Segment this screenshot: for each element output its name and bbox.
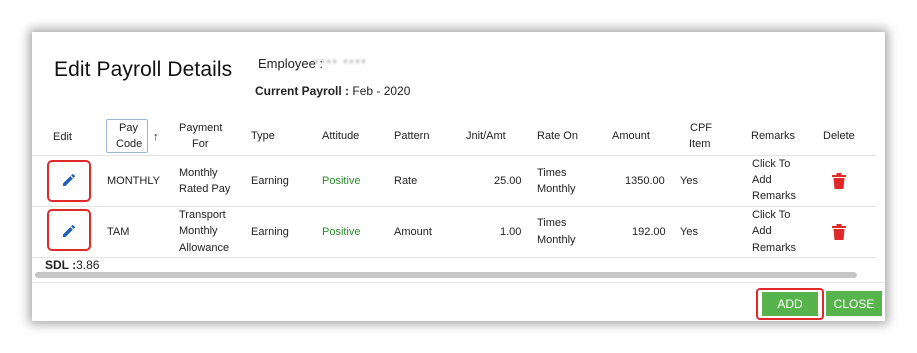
cell-cpf-item: Yes [680,175,698,187]
cell-rate-on-line2: Monthly [537,183,576,195]
cell-amount: 1350.00 [625,175,665,187]
remarks-link-line1[interactable]: Click To [752,156,790,172]
table-row: TAM Transport Monthly Allowance Earning … [32,207,885,257]
sdl-label: SDL : [45,258,77,272]
cell-cpf-item: Yes [680,226,698,238]
cell-rate-on-line2: Monthly [537,234,576,246]
pencil-icon[interactable] [61,223,77,239]
header-unit-amt: Jnit/Amt [466,130,506,142]
cell-type: Earning [251,226,289,238]
header-cpf-line2: Item [689,138,711,150]
cell-payment-for-line2: Monthly [179,225,218,237]
header-amount: Amount [612,130,650,142]
header-cpf-line1: CPF [690,122,712,134]
cell-amount: 192.00 [632,226,666,238]
cell-payment-for-line2: Rated Pay [179,183,231,195]
cell-payment-for-line1: Monthly [179,167,218,179]
close-button[interactable]: CLOSE [826,291,882,316]
cell-unit-amt: 25.00 [494,175,522,187]
cell-rate-on-line1: Times [537,217,567,229]
remarks-link-line3[interactable]: Remarks [752,240,796,256]
dialog-title: Edit Payroll Details [54,58,233,81]
header-attitude: Attitude [322,130,360,142]
header-rate-on: Rate On [537,130,578,142]
header-remarks: Remarks [751,130,796,142]
horizontal-scrollbar[interactable] [35,272,857,278]
cell-attitude: Positive [322,226,361,238]
remarks-link-line2[interactable]: Add [752,223,772,239]
header-payment-for-line2: For [192,138,209,150]
cell-pattern: Amount [394,226,432,238]
cell-payment-for-line1: Transport [179,209,226,221]
sdl-summary: SDL :3.86 [45,258,99,272]
trash-icon[interactable] [832,173,846,189]
sdl-value: 3.86 [76,258,100,272]
remarks-link-line1[interactable]: Click To [752,207,790,223]
header-delete: Delete [823,130,855,142]
trash-icon[interactable] [832,224,846,240]
cell-pay-code: MONTHLY [107,175,160,187]
table-header: Edit Pay Code ↑ Payment For Type Attitud… [32,119,885,155]
pencil-icon[interactable] [61,172,77,188]
header-pattern: Pattern [394,130,430,142]
cell-attitude: Positive [322,175,361,187]
cell-pattern: Rate [394,175,418,187]
header-edit: Edit [53,131,72,143]
cell-pay-code: TAM [107,226,130,238]
remarks-link-line3[interactable]: Remarks [752,188,796,204]
current-payroll: Current Payroll : Feb - 2020 [255,84,410,98]
row-divider [32,257,877,258]
cell-unit-amt: 1.00 [500,226,522,238]
employee-name: **** **** [314,56,368,71]
cell-rate-on-line1: Times [537,167,567,179]
sort-arrow-icon[interactable]: ↑ [153,129,159,145]
header-pay-code-line2: Code [116,138,143,150]
header-pay-code-line1: Pay [119,122,138,134]
header-type: Type [251,130,275,142]
table-row: MONTHLY Monthly Rated Pay Earning Positi… [32,156,885,206]
add-button[interactable]: ADD [762,292,818,316]
current-payroll-value: Feb - 2020 [349,84,411,98]
cell-type: Earning [251,175,289,187]
remarks-link-line2[interactable]: Add [752,172,772,188]
footer-divider [32,282,885,283]
header-payment-for-line1: Payment [179,122,223,134]
edit-payroll-dialog: Edit Payroll Details Employee : **** ***… [32,32,885,321]
cell-payment-for-line3: Allowance [179,242,230,254]
current-payroll-label: Current Payroll : [255,84,350,98]
